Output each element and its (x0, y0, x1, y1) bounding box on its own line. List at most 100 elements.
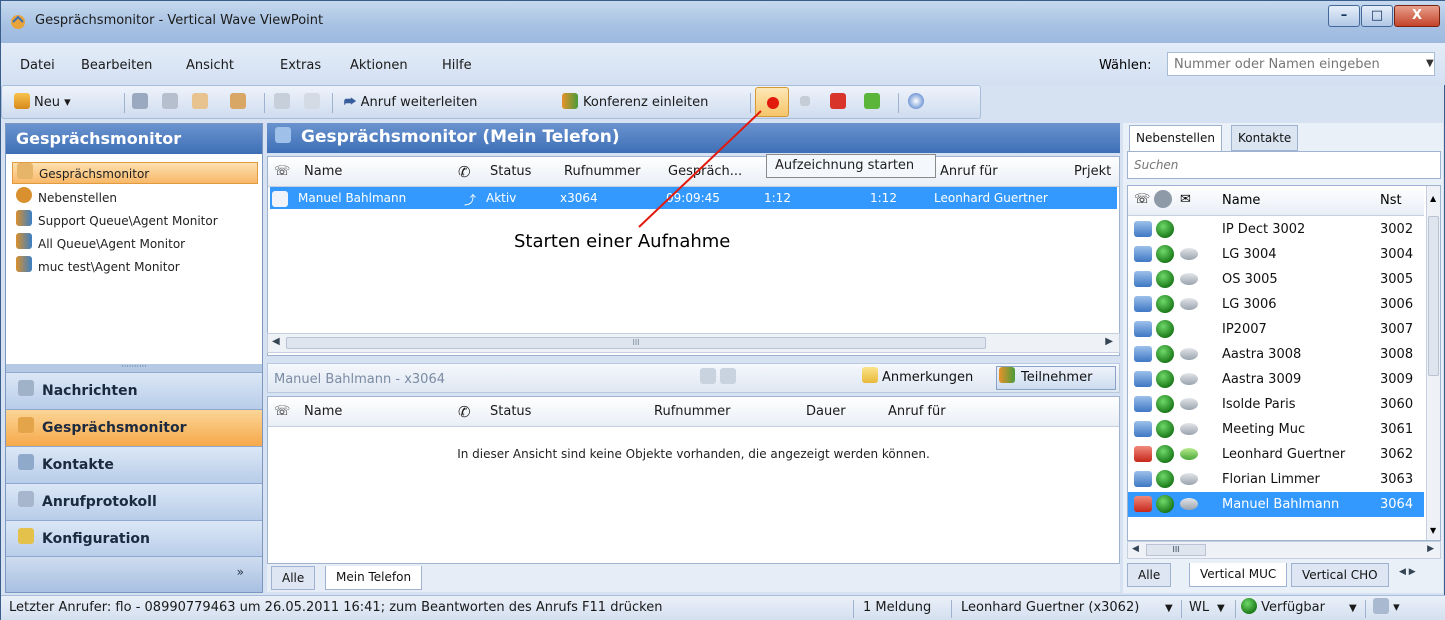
eye-button[interactable] (304, 90, 320, 116)
col-call-for[interactable]: Anruf für (888, 397, 946, 427)
user-dropdown-icon[interactable]: ▼ (1165, 603, 1173, 614)
list-item[interactable]: LG 3006 3006 (1128, 292, 1424, 317)
transfer-button[interactable] (162, 90, 178, 116)
menu-bearbeiten[interactable]: Bearbeiten (81, 58, 152, 73)
flag-button[interactable] (864, 90, 880, 116)
extension-vertical-scrollbar[interactable]: ▲ ▼ (1426, 186, 1440, 540)
scroll-up-icon[interactable]: ▲ (1430, 194, 1436, 203)
tree-item-gespraechsmonitor[interactable]: Gesprächsmonitor (12, 162, 258, 184)
tree-item-all-queue[interactable]: All Queue\Agent Monitor (12, 233, 258, 255)
hold-button[interactable] (132, 90, 148, 116)
tab-nebenstellen[interactable]: Nebenstellen (1129, 125, 1222, 151)
notes-button[interactable]: Anmerkungen (860, 367, 973, 389)
conference-button[interactable]: Konferenz einleiten (562, 90, 708, 116)
grab-button[interactable] (230, 90, 246, 116)
pane-splitter[interactable]: ·········· (6, 363, 262, 372)
col-phone-icon[interactable]: ☏ (274, 397, 290, 427)
list-item[interactable]: Meeting Muc 3061 (1128, 417, 1424, 442)
tab-vertical-muc[interactable]: Vertical MUC (1189, 563, 1288, 587)
nav-gespraechsmonitor[interactable]: Gesprächsmonitor (6, 409, 262, 446)
tree-item-support-queue[interactable]: Support Queue\Agent Monitor (12, 210, 258, 232)
tab-alle[interactable]: Alle (1127, 563, 1172, 587)
list-item[interactable]: Aastra 3008 3008 (1128, 342, 1424, 367)
col-name[interactable]: Name (304, 397, 342, 427)
tab-mein-telefon[interactable]: Mein Telefon (325, 566, 423, 590)
nav-konfiguration[interactable]: Konfiguration (6, 520, 262, 557)
menu-aktionen[interactable]: Aktionen (350, 58, 408, 73)
col-ext-nst[interactable]: Nst (1380, 193, 1402, 208)
list-item[interactable]: Manuel Bahlmann 3064 (1128, 492, 1424, 517)
calls-horizontal-scrollbar[interactable]: ◀ III ▶ (267, 333, 1120, 353)
dialpad-button[interactable] (274, 90, 290, 116)
col-number[interactable]: Rufnummer (654, 397, 730, 427)
new-button[interactable]: Neu ▾ (14, 90, 71, 116)
dial-dropdown-icon[interactable]: ▼ (1426, 58, 1434, 69)
table-row[interactable]: Manuel Bahlmann ⤴ Aktiv x3064 09:09:45 1… (270, 187, 1117, 209)
list-item[interactable]: OS 3005 3005 (1128, 267, 1424, 292)
scroll-thumb[interactable]: III (1146, 544, 1206, 556)
extension-horizontal-scrollbar[interactable]: ◀ III ▶ (1127, 541, 1441, 559)
wl-dropdown-icon[interactable]: ▼ (1217, 603, 1225, 614)
col-duration[interactable]: Gespräch... (668, 157, 742, 187)
col-name[interactable]: Name (304, 157, 342, 187)
availability-dropdown-icon[interactable]: ▼ (1349, 603, 1357, 614)
list-item[interactable]: LG 3004 3004 (1128, 242, 1424, 267)
list-item[interactable]: Isolde Paris 3060 (1128, 392, 1424, 417)
maximize-button[interactable]: □ (1361, 5, 1393, 27)
help-button[interactable] (908, 90, 924, 116)
col-number[interactable]: Rufnummer (564, 157, 640, 187)
scroll-down-icon[interactable]: ▼ (1430, 526, 1436, 535)
tab-alle[interactable]: Alle (271, 566, 316, 590)
col-presence-icon[interactable] (1154, 190, 1172, 208)
col-status[interactable]: Status (490, 397, 531, 427)
dial-input[interactable] (1167, 52, 1435, 76)
tree-item-muc-test[interactable]: muc test\Agent Monitor (12, 256, 258, 278)
scroll-right-icon[interactable]: ▶ (1427, 544, 1434, 554)
list-item[interactable]: Leonhard Guertner 3062 (1128, 442, 1424, 467)
menu-extras[interactable]: Extras (280, 58, 321, 73)
col-phone-icon[interactable]: ☏ (274, 157, 290, 187)
phone-status-icon[interactable]: ▾ (1373, 598, 1400, 615)
list-item[interactable]: Florian Limmer 3063 (1128, 467, 1424, 492)
list-item[interactable]: Aastra 3009 3009 (1128, 367, 1424, 392)
pickup-button[interactable] (192, 90, 208, 116)
start-recording-button[interactable] (755, 87, 789, 117)
nav-more-button[interactable]: » (6, 556, 262, 592)
messages-count[interactable]: 1 Meldung (863, 600, 931, 615)
availability-selector[interactable]: Verfügbar (1241, 598, 1325, 615)
minimize-button[interactable]: – (1328, 5, 1360, 27)
tab-vertical-cho[interactable]: Vertical CHO (1291, 563, 1389, 587)
close-button[interactable]: X (1394, 5, 1440, 27)
menu-datei[interactable]: Datei (20, 58, 55, 73)
nav-kontakte[interactable]: Kontakte (6, 446, 262, 483)
wl-selector[interactable]: WL (1189, 600, 1209, 615)
tab-kontakte[interactable]: Kontakte (1231, 125, 1299, 151)
tab-scroll-icon[interactable]: ◀ ▶ (1399, 567, 1416, 577)
col-phone-icon[interactable]: ☏ (1134, 192, 1150, 207)
extension-search-input[interactable] (1127, 151, 1441, 179)
list-item[interactable]: IP Dect 3002 3002 (1128, 217, 1424, 242)
scroll-thumb[interactable]: III (286, 337, 986, 349)
current-user[interactable]: Leonhard Guertner (x3062) (961, 600, 1139, 615)
nav-nachrichten[interactable]: Nachrichten (6, 372, 262, 409)
col-chat-icon[interactable]: ✉ (1180, 192, 1191, 207)
tree-item-nebenstellen[interactable]: Nebenstellen (12, 187, 258, 209)
menu-ansicht[interactable]: Ansicht (186, 58, 234, 73)
col-ext-name[interactable]: Name (1222, 193, 1260, 208)
scroll-left-icon[interactable]: ◀ (1132, 544, 1139, 554)
nav-anrufprotokoll[interactable]: Anrufprotokoll (6, 483, 262, 520)
col-handset-icon[interactable]: ✆ (458, 397, 471, 427)
col-project[interactable]: Prjekt (1074, 157, 1111, 187)
menu-hilfe[interactable]: Hilfe (442, 58, 472, 73)
col-call-for[interactable]: Anruf für (940, 157, 998, 187)
forward-call-button[interactable]: ⮫ Anruf weiterleiten (344, 90, 477, 116)
scroll-left-icon[interactable]: ◀ (272, 336, 280, 347)
scroll-right-icon[interactable]: ▶ (1105, 336, 1113, 347)
scroll-thumb[interactable] (1428, 216, 1439, 376)
list-item[interactable]: IP2007 3007 (1128, 317, 1424, 342)
stop-recording-button[interactable] (800, 90, 810, 116)
col-status[interactable]: Status (490, 157, 531, 187)
hangup-button[interactable] (830, 90, 846, 116)
participants-button[interactable]: Teilnehmer (996, 366, 1116, 390)
col-handset-icon[interactable]: ✆ (458, 157, 471, 187)
